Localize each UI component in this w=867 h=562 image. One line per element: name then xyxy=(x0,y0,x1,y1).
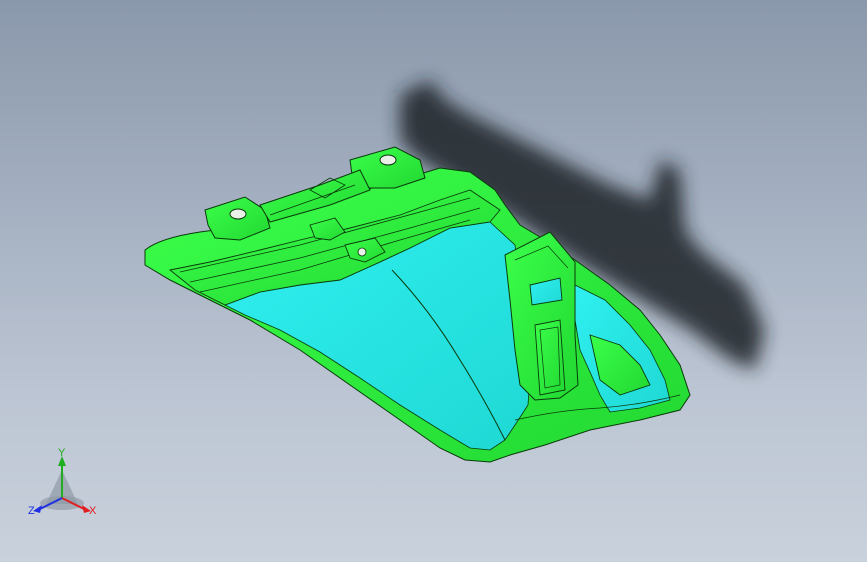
mounting-hole-left xyxy=(229,208,247,220)
z-axis-label: Z xyxy=(28,505,35,517)
y-axis-label: Y xyxy=(58,447,66,459)
3d-model-scene[interactable] xyxy=(0,0,867,562)
x-axis-label: X xyxy=(89,505,97,517)
graphics-viewport[interactable]: Y X Z xyxy=(0,0,867,562)
snap-clip-latch xyxy=(534,319,566,396)
axis-triad: Y X Z xyxy=(26,448,106,520)
mounting-hole-right xyxy=(379,154,397,166)
